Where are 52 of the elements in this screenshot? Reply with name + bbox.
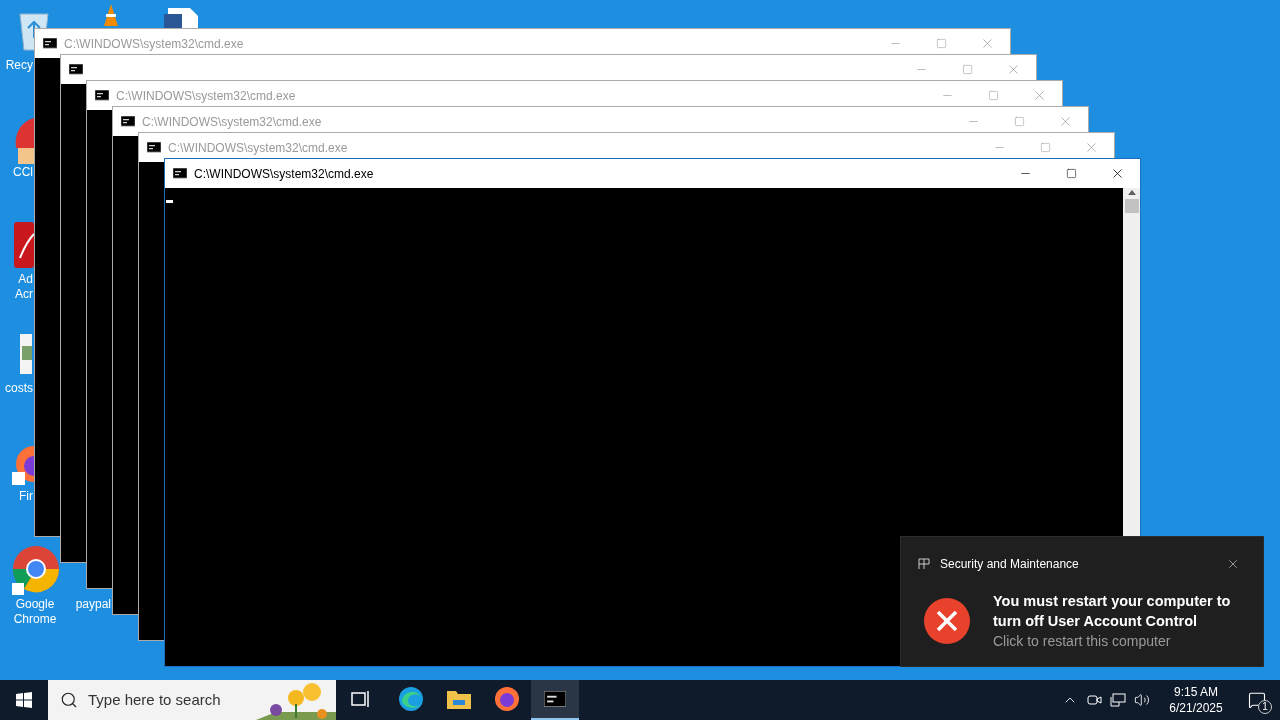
desktop-icon-label[interactable]: CCl bbox=[13, 165, 33, 180]
console-icon bbox=[43, 38, 57, 49]
taskbar-button[interactable] bbox=[531, 680, 579, 720]
search-icon bbox=[60, 691, 78, 709]
desktop-icon-label[interactable]: Fir bbox=[19, 489, 33, 504]
toast-body: Click to restart this computer bbox=[993, 632, 1172, 651]
edge-icon bbox=[398, 686, 424, 712]
scroll-up-arrow-icon bbox=[1127, 190, 1136, 195]
console-icon bbox=[173, 168, 187, 179]
console-icon bbox=[95, 90, 109, 101]
console-icon bbox=[69, 64, 83, 75]
maximize-icon bbox=[935, 38, 947, 49]
search-field[interactable]: Type here to search bbox=[48, 680, 336, 720]
desktop-icon-label[interactable]: Ad Acr bbox=[15, 272, 33, 302]
clock[interactable]: 9:15 AM 6/21/2025 bbox=[1158, 684, 1234, 716]
scrollbar-thumb[interactable] bbox=[1124, 199, 1139, 213]
notification-count: 1 bbox=[1258, 700, 1272, 714]
text-cursor bbox=[166, 200, 173, 203]
action-center-button[interactable]: 1 bbox=[1234, 680, 1280, 720]
console-icon bbox=[121, 116, 135, 127]
window-title: C:\WINDOWS\system32\cmd.exe bbox=[64, 35, 244, 53]
maximize-icon bbox=[987, 90, 999, 101]
maximize-icon bbox=[1065, 168, 1077, 179]
chrome-icon bbox=[10, 545, 60, 597]
notification-icon bbox=[1248, 691, 1266, 709]
error-icon bbox=[923, 597, 971, 645]
camera-icon[interactable] bbox=[1086, 692, 1102, 708]
maximize-icon bbox=[1039, 142, 1051, 153]
console-icon bbox=[147, 142, 161, 153]
window-title: C:\WINDOWS\system32\cmd.exe bbox=[116, 87, 296, 105]
window-title: C:\WINDOWS\system32\cmd.exe bbox=[168, 139, 348, 157]
close-icon bbox=[1226, 557, 1240, 571]
firefox-icon bbox=[494, 686, 520, 712]
toast-heading: You must restart your computer to turn off User Account Control bbox=[993, 592, 1232, 631]
image-file-icon bbox=[20, 334, 32, 374]
task-view-icon bbox=[351, 690, 371, 708]
maximize-icon bbox=[961, 64, 973, 75]
folder-icon bbox=[447, 689, 471, 709]
close-button[interactable] bbox=[1226, 557, 1240, 571]
volume-icon[interactable] bbox=[1134, 692, 1150, 708]
desktop-icon-label[interactable]: costs bbox=[5, 381, 33, 396]
desktop-icon-label[interactable]: paypal bbox=[75, 597, 111, 612]
window-title: C:\WINDOWS\system32\cmd.exe bbox=[142, 113, 322, 131]
console-icon bbox=[544, 691, 566, 707]
network-icon[interactable] bbox=[1110, 692, 1126, 708]
notification-toast[interactable]: Security and Maintenance You must restart your computer to turn off User Account Control Click to restart this computer bbox=[900, 536, 1264, 667]
desktop-icon-label[interactable]: Google Chrome bbox=[4, 597, 66, 627]
windows-logo-icon bbox=[16, 692, 32, 708]
toast-source: Security and Maintenance bbox=[940, 556, 1079, 573]
desktop-icon-label[interactable]: Recy bbox=[5, 58, 33, 73]
window-title: C:\WINDOWS\system32\cmd.exe bbox=[194, 165, 374, 183]
maximize-icon bbox=[1013, 116, 1025, 127]
